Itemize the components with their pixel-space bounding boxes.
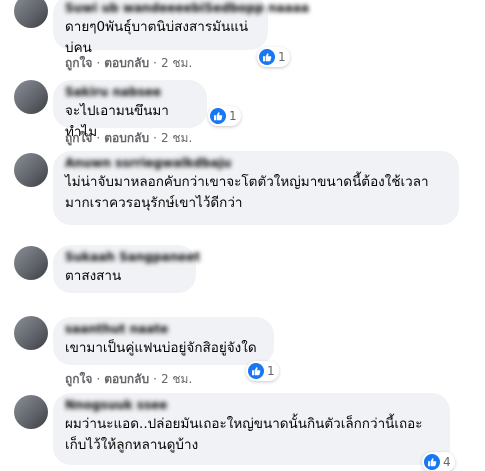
comment-author[interactable]: Sukaah Sangpaneet bbox=[65, 250, 200, 264]
reply-link[interactable]: ตอบกลับ bbox=[104, 131, 149, 145]
comment-author[interactable]: Sakiru nabsee bbox=[65, 85, 195, 99]
like-link[interactable]: ถูกใจ bbox=[65, 56, 92, 70]
like-link[interactable]: ถูกใจ bbox=[65, 372, 92, 386]
comment-author[interactable]: Suwi ub wandeeeebiSedbopp naaaa bbox=[65, 1, 309, 15]
avatar[interactable] bbox=[14, 80, 48, 114]
comment-bubble: Nnogsuuk ssee ผมว่านะแอด..ปล่อยมันเถอะให… bbox=[53, 393, 450, 465]
reaction-badge[interactable]: 4 bbox=[422, 452, 455, 471]
comment-actions: ถูกใจ · ตอบกลับ · 2 ชม. bbox=[65, 131, 192, 145]
separator-dot: · bbox=[153, 131, 157, 145]
thumbs-up-icon bbox=[259, 49, 275, 65]
timestamp[interactable]: 2 ชม. bbox=[161, 56, 192, 70]
reaction-count: 1 bbox=[278, 50, 286, 64]
comment-text: ผมว่านะแอด..ปล่อยมันเถอะใหญ่ขนาดนั้นกินต… bbox=[65, 416, 423, 432]
thumbs-up-icon bbox=[210, 108, 226, 124]
timestamp[interactable]: 2 ชม. bbox=[161, 372, 192, 386]
thumbs-up-icon bbox=[248, 363, 264, 379]
like-link[interactable]: ถูกใจ bbox=[65, 131, 92, 145]
timestamp[interactable]: 2 ชม. bbox=[161, 131, 192, 145]
comment-bubble: Sakiru nabsee จะไปเอามนขึนมาทำไม bbox=[53, 80, 207, 140]
comment-author[interactable]: saanthut naate bbox=[65, 322, 262, 336]
comment-text: ดายๆ0พันธุ์บาตนิบ่สงสารมันแน่บ่คน bbox=[65, 19, 249, 56]
avatar[interactable] bbox=[14, 0, 48, 28]
comment-bubble: Sukaah Sangpaneet ตาสงสาน bbox=[53, 245, 200, 293]
comment-text: ไม่น่าจับมาหลอกคับกว่าเขาจะโตตัวใหญ่มาขน… bbox=[65, 174, 429, 190]
separator-dot: · bbox=[96, 56, 101, 70]
avatar[interactable] bbox=[14, 395, 48, 429]
reaction-count: 1 bbox=[267, 364, 275, 378]
reaction-badge[interactable]: 1 bbox=[246, 361, 279, 381]
comment-actions: ถูกใจ · ตอบกลับ · 2 ชม. bbox=[65, 56, 192, 70]
comment-bubble: Suwi ub wandeeeebiSedbopp naaaa ดายๆ0พัน… bbox=[53, 0, 309, 56]
avatar[interactable] bbox=[14, 153, 48, 187]
comment-author[interactable]: Anuwn ssrriegwalkdbaju bbox=[65, 156, 447, 170]
comment-text: เก็บไว้ให้ลูกหลานดูบ้าง bbox=[65, 437, 199, 453]
comment-text: มากเราควรอนุรักษ์เขาไว้ดีกว่า bbox=[65, 195, 243, 211]
separator-dot: · bbox=[153, 56, 157, 70]
separator-dot: · bbox=[96, 372, 101, 386]
comment-author[interactable]: Nnogsuuk ssee bbox=[65, 398, 438, 412]
reaction-count: 1 bbox=[229, 109, 237, 123]
avatar[interactable] bbox=[14, 316, 48, 350]
reaction-badge[interactable]: 1 bbox=[208, 106, 241, 126]
separator-dot: · bbox=[96, 131, 101, 145]
thumbs-up-icon bbox=[424, 454, 440, 470]
comment-bubble: Anuwn ssrriegwalkdbaju ไม่น่าจับมาหลอกคั… bbox=[53, 151, 459, 225]
comment-bubble: saanthut naate เขามาเป็นคู่แฟนบ่อยู่จักส… bbox=[53, 317, 274, 365]
comment-actions: ถูกใจ · ตอบกลับ · 2 ชม. bbox=[65, 372, 192, 386]
comments-section: Suwi ub wandeeeebiSedbopp naaaa ดายๆ0พัน… bbox=[0, 0, 485, 471]
reply-link[interactable]: ตอบกลับ bbox=[104, 56, 149, 70]
comment-text: เขามาเป็นคู่แฟนบ่อยู่จักสิอยู่จังใด bbox=[65, 340, 257, 356]
avatar[interactable] bbox=[14, 246, 48, 280]
reaction-count: 4 bbox=[443, 455, 451, 469]
separator-dot: · bbox=[153, 372, 157, 386]
reply-link[interactable]: ตอบกลับ bbox=[104, 372, 149, 386]
comment-text: ตาสงสาน bbox=[65, 268, 122, 284]
reaction-badge[interactable]: 1 bbox=[257, 47, 290, 67]
